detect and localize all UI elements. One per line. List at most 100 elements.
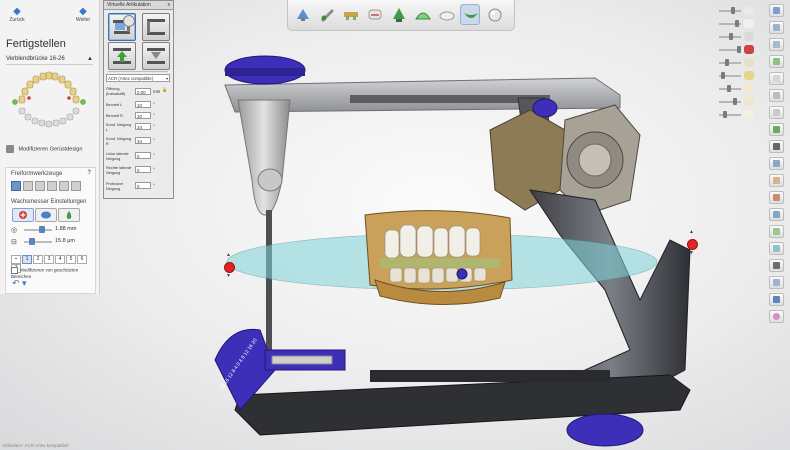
wax-settings-title: Wachsmesser Einstellungen <box>11 199 87 205</box>
articulator-open-button[interactable] <box>142 13 170 41</box>
person-icon[interactable] <box>769 191 784 204</box>
pan-icon[interactable] <box>769 38 784 51</box>
3d-viewport[interactable]: 20 16 12 8 4 0 4 8 12 16 20 <box>200 40 720 450</box>
add-wax-tool-icon[interactable] <box>23 181 33 191</box>
preset-3[interactable]: 3 <box>44 255 54 264</box>
check-icon[interactable] <box>769 259 784 272</box>
handle-arrow-icon: ▲ <box>226 252 231 258</box>
freeform-title: Freiformwerkzeuge <box>11 171 63 177</box>
move-lateral-icon <box>147 48 165 64</box>
view-top-icon[interactable] <box>769 89 784 102</box>
color-wheel-icon[interactable] <box>769 310 784 323</box>
preset-5[interactable]: 5 <box>66 255 76 264</box>
close-view-icon[interactable] <box>769 4 784 17</box>
gingiva-tool-icon[interactable] <box>413 4 433 25</box>
strength-slider[interactable]: ⊟ 15.8 µm <box>11 237 91 247</box>
plane-center-handle[interactable] <box>456 268 468 280</box>
param-bennett-l-input[interactable]: 10 <box>135 101 151 108</box>
visibility-slider-7[interactable] <box>717 84 761 94</box>
param-bennett-r-input[interactable]: 10 <box>135 112 151 119</box>
articulator-icon[interactable] <box>769 140 784 153</box>
strength-slider-knob[interactable] <box>29 238 35 245</box>
articulator-open-icon <box>147 19 165 35</box>
param-condyle-l-input[interactable]: 34 <box>135 123 151 130</box>
anatomy-tool-icon[interactable] <box>437 4 457 25</box>
lock-icon[interactable]: ▪ <box>11 255 21 264</box>
freeform-tools-panel: Freiformwerkzeuge ? Wachsmesser Einstell… <box>5 167 96 294</box>
scan-tool-icon[interactable] <box>293 4 313 25</box>
visibility-slider-5[interactable] <box>717 58 761 68</box>
next-button[interactable]: ◆ Weiter <box>70 6 96 23</box>
articulator-type-select[interactable]: ACR (Artex compatible) ▾ <box>106 74 170 82</box>
articulator-mini-icon[interactable] <box>769 293 784 306</box>
size-slider-knob[interactable] <box>39 226 45 233</box>
flatten-tool-icon[interactable] <box>59 181 69 191</box>
remove-mode-button[interactable] <box>35 208 57 222</box>
lock-icon[interactable]: 🔒 <box>162 87 167 93</box>
modify-framework-button[interactable]: Modifizieren Gerüstdesign <box>6 145 94 153</box>
settings-gear-icon[interactable] <box>123 15 135 27</box>
preset-2[interactable]: 2 <box>33 255 43 264</box>
status-text: Artikulator: ACR Artex kompatibel <box>2 443 69 448</box>
cut-tool-icon[interactable] <box>71 181 81 191</box>
finish-tool-icon[interactable] <box>460 4 480 25</box>
visibility-slider-1[interactable] <box>717 6 761 16</box>
measure-icon[interactable] <box>769 157 784 170</box>
screenshot-icon[interactable] <box>769 208 784 221</box>
visibility-slider-8[interactable] <box>717 97 761 107</box>
smooth-mode-button[interactable] <box>58 208 80 222</box>
param-opening-input[interactable]: 0.00 <box>135 88 151 95</box>
margin-tool-icon[interactable] <box>389 4 409 25</box>
param-condyle-r-input[interactable]: 34 <box>135 137 151 144</box>
close-icon[interactable]: x <box>168 1 171 10</box>
undo-icon[interactable]: ↶ ▾ <box>12 278 27 289</box>
tooth-view-icon[interactable] <box>769 225 784 238</box>
size-icon: ◎ <box>11 227 18 234</box>
param-right-lateral-input[interactable]: 0 <box>135 166 151 173</box>
handle-arrow-icon: ▲ <box>689 229 694 235</box>
stump-icon <box>744 45 754 54</box>
preset-1[interactable]: 1 <box>22 255 32 264</box>
visibility-slider-9[interactable] <box>717 110 761 120</box>
movement-forward-button[interactable] <box>108 42 136 70</box>
back-arrow-icon: ◆ <box>13 6 21 17</box>
section-icon[interactable] <box>769 123 784 136</box>
view-bottom-icon[interactable] <box>769 106 784 119</box>
movement-lateral-button[interactable] <box>142 42 170 70</box>
help-icon[interactable]: ? <box>87 170 91 176</box>
back-button[interactable]: ◆ Zurück <box>4 6 30 23</box>
rotate-icon[interactable] <box>769 21 784 34</box>
add-mode-button[interactable] <box>12 208 34 222</box>
next-arrow-icon: ◆ <box>79 6 87 17</box>
shape-tool-icon[interactable] <box>47 181 57 191</box>
chevron-down-icon: ▾ <box>165 76 168 81</box>
view-front-icon[interactable] <box>769 72 784 85</box>
layers-icon[interactable] <box>769 276 784 289</box>
gingiva-view-icon[interactable] <box>769 242 784 255</box>
bridge-tool-icon[interactable] <box>341 4 361 25</box>
visibility-slider-3[interactable] <box>717 32 761 42</box>
tooth-chart[interactable] <box>5 68 93 130</box>
preset-4[interactable]: 4 <box>55 255 65 264</box>
size-slider[interactable]: ◎ 1.88 mm <box>11 225 91 235</box>
cutback-tool-icon[interactable] <box>365 4 385 25</box>
face-icon[interactable] <box>769 174 784 187</box>
sphere-tool-icon[interactable] <box>485 4 505 25</box>
model-icon <box>744 6 754 15</box>
preset-6[interactable]: 6 <box>77 255 87 264</box>
antagonist-icon <box>744 19 754 28</box>
right-plane-handle[interactable] <box>687 239 698 250</box>
param-left-lateral-input[interactable]: 0 <box>135 152 151 159</box>
gingiva-icon <box>744 32 754 41</box>
smooth-tool-icon[interactable] <box>35 181 45 191</box>
param-protrusive-input[interactable]: 0 <box>135 182 151 189</box>
zoom-icon[interactable] <box>769 55 784 68</box>
handle-arrow-icon: ▼ <box>689 250 694 256</box>
group-header[interactable]: Verblendbrücke 16-26 ▲ <box>6 56 93 65</box>
visibility-slider-6[interactable] <box>717 71 761 81</box>
visibility-slider-4[interactable] <box>717 45 761 55</box>
left-plane-handle[interactable] <box>224 262 235 273</box>
visibility-slider-2[interactable] <box>717 19 761 29</box>
wax-knife-tool-icon[interactable] <box>11 181 21 191</box>
sculpt-tool-icon[interactable] <box>317 4 337 25</box>
